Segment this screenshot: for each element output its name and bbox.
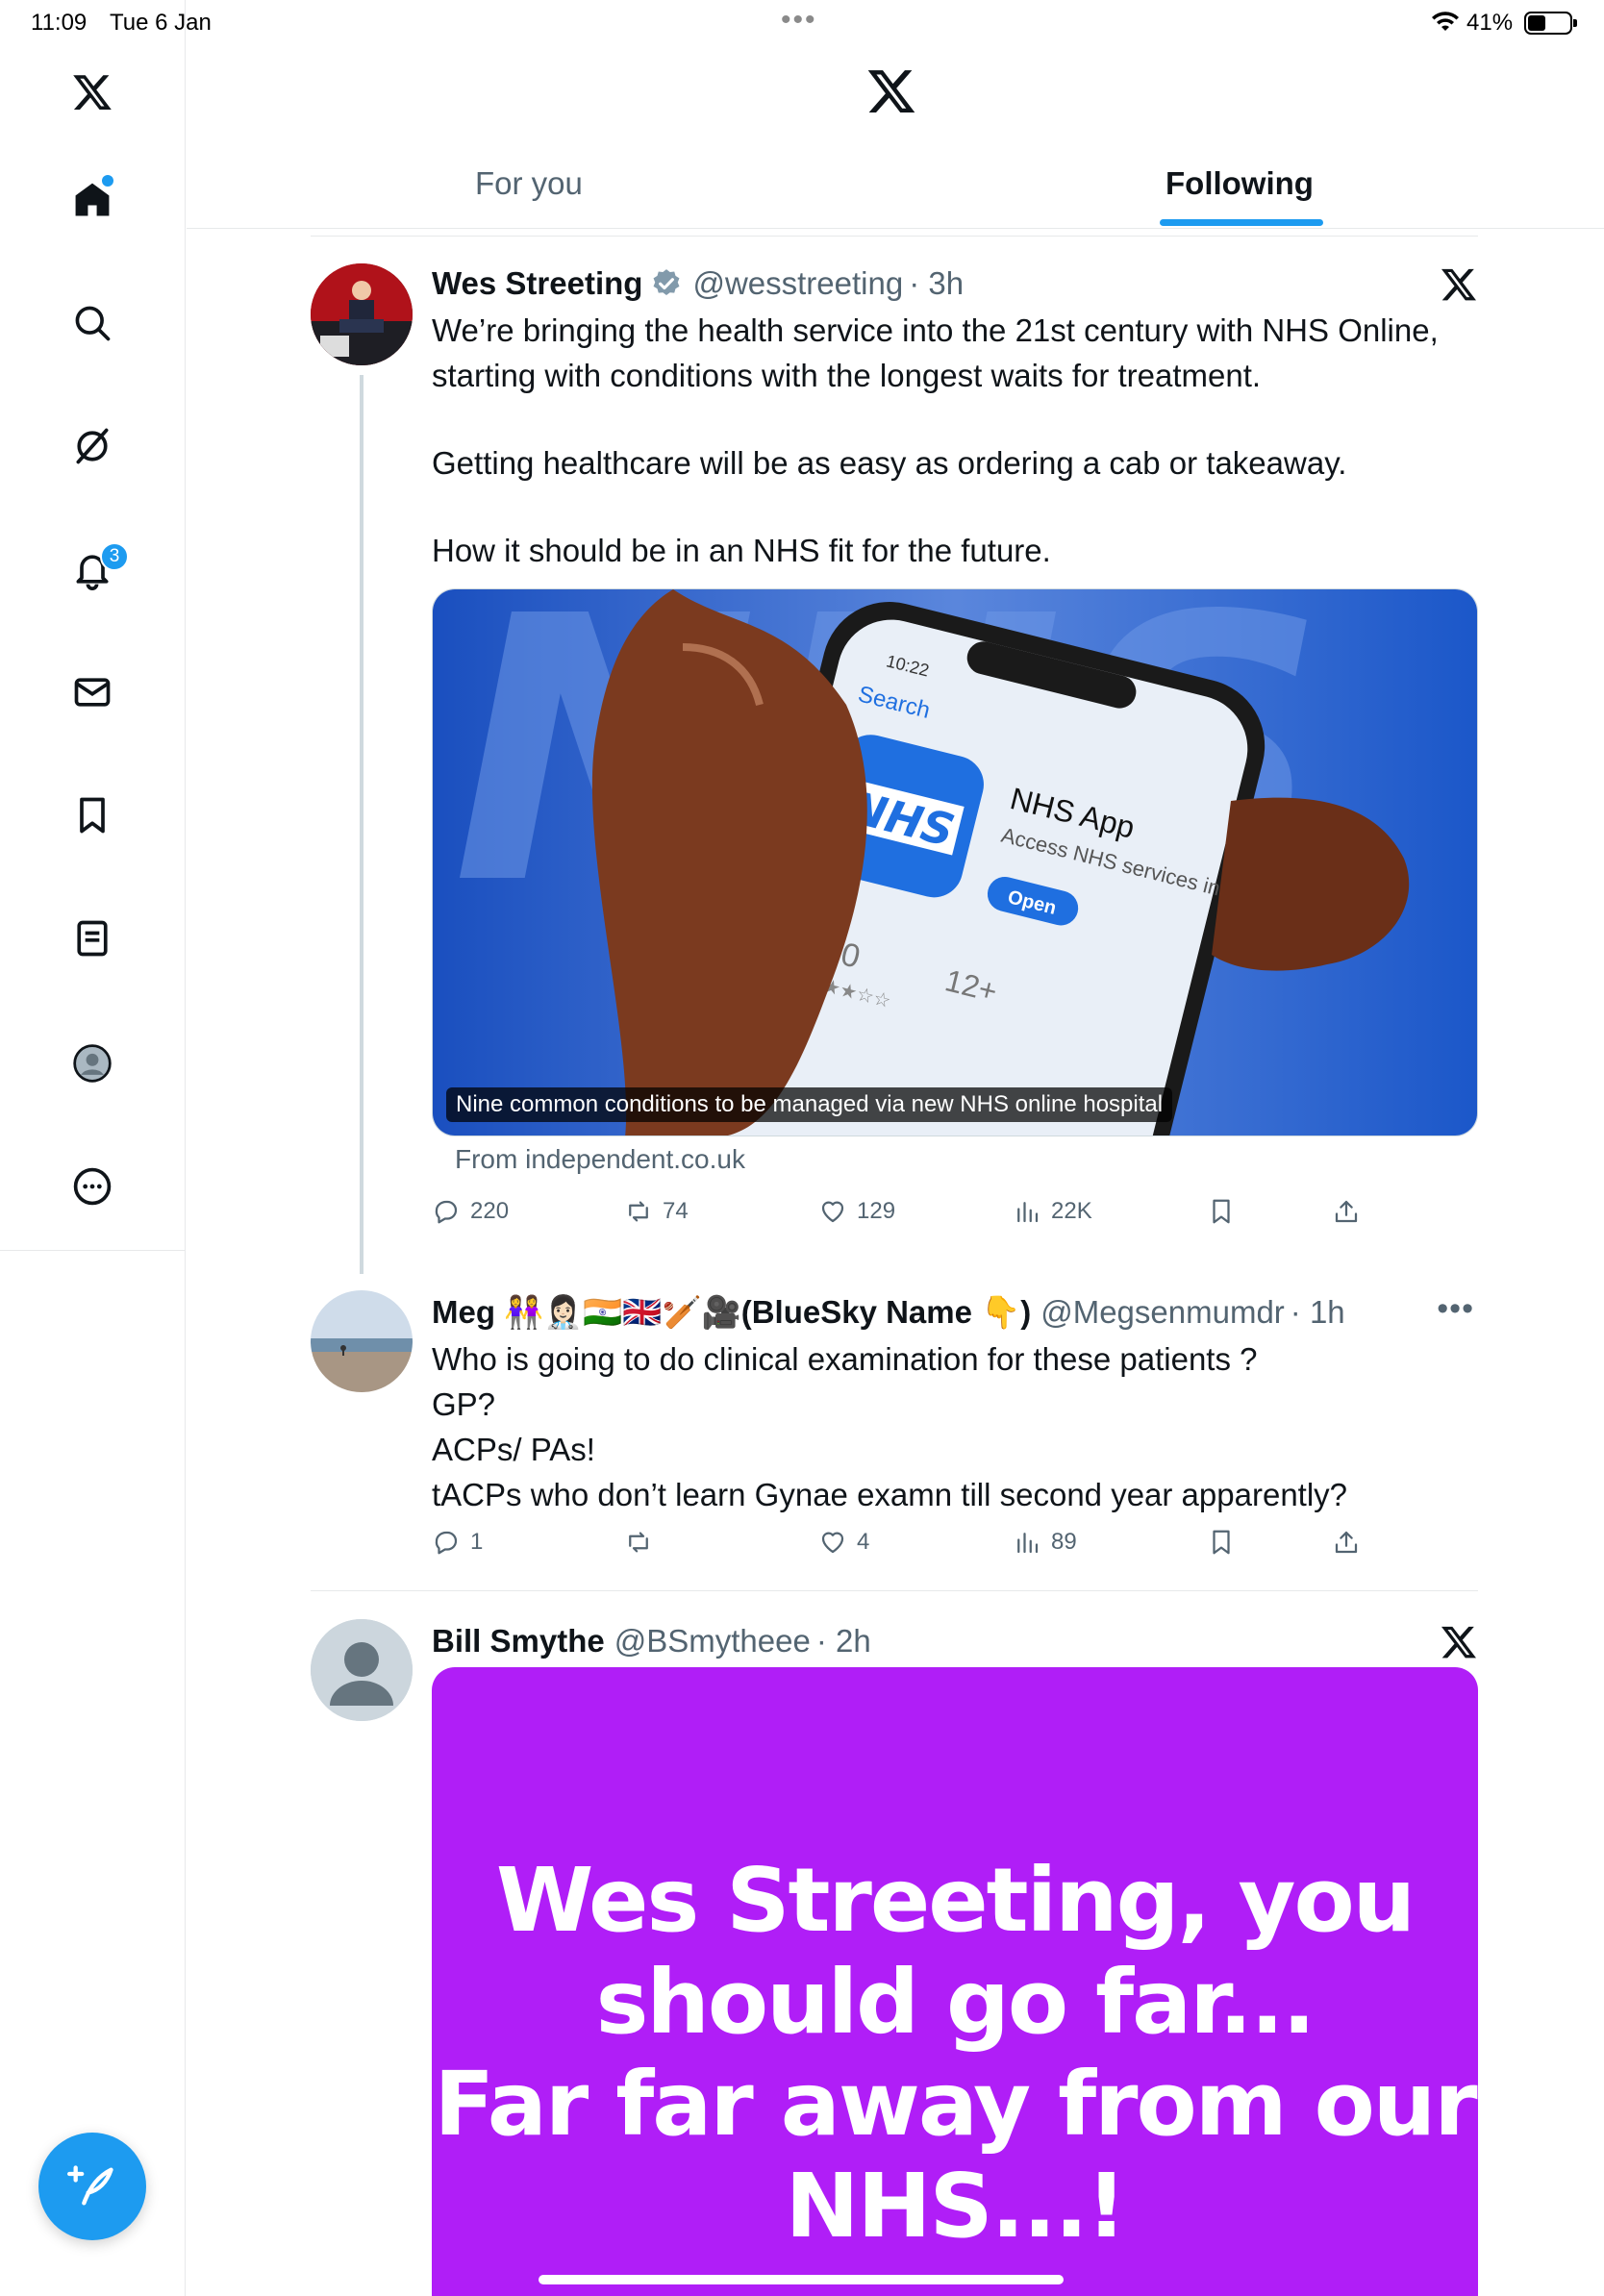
author-handle[interactable]: @BSmytheee — [614, 1623, 811, 1660]
reply-icon — [435, 1531, 458, 1555]
tweet[interactable]: Bill Smythe @BSmytheee · 2h Wes Streetin… — [311, 1619, 1478, 2296]
like-button[interactable]: 4 — [818, 1523, 869, 1561]
timeline-header: For you Following — [187, 46, 1604, 229]
views-icon — [1017, 1533, 1039, 1554]
author-name[interactable]: Wes Streeting — [432, 265, 642, 302]
profile-icon[interactable] — [63, 1035, 121, 1092]
repost-count: 74 — [663, 1198, 689, 1224]
view-count: 89 — [1051, 1529, 1077, 1555]
heart-icon — [821, 1201, 844, 1223]
author-name[interactable]: Meg 👭👩🏻‍⚕️🇮🇳🇬🇧🏏🎥(BlueSky Name 👇) — [432, 1294, 1031, 1332]
tweet-line: GP? — [432, 1386, 496, 1422]
repost-icon — [629, 1201, 648, 1222]
bookmarks-icon[interactable] — [63, 786, 121, 844]
views-button[interactable]: 89 — [1013, 1523, 1077, 1561]
reply-count: 220 — [470, 1198, 510, 1224]
nhs-app-photo: NHS 10:22 Search NHS NHS App Access NHS … — [433, 589, 1477, 1136]
tweet-text: We’re bringing the health service into t… — [432, 308, 1478, 573]
tweet-text: Who is going to do clinical examination … — [432, 1336, 1478, 1517]
author-name[interactable]: Bill Smythe — [432, 1623, 605, 1660]
repost-button[interactable] — [624, 1523, 663, 1561]
tweet-line: tACPs who don’t learn Gynae examn till s… — [432, 1477, 1348, 1512]
reply-count: 1 — [470, 1529, 484, 1555]
x-logo-icon[interactable] — [865, 65, 917, 117]
x-logo-icon[interactable] — [63, 63, 121, 121]
repost-button[interactable]: 74 — [624, 1192, 689, 1231]
link-card-caption: Nine common conditions to be managed via… — [446, 1087, 1173, 1122]
tab-for-you[interactable]: For you — [475, 165, 583, 202]
avatar[interactable] — [311, 1619, 413, 1721]
tweet-paragraph: How it should be in an NHS fit for the f… — [432, 533, 1051, 568]
x-logo-icon[interactable] — [1440, 265, 1478, 304]
image-text-line: Far far away from our — [434, 2053, 1477, 2156]
views-icon — [1017, 1202, 1039, 1223]
sidebar-divider — [0, 1250, 186, 1251]
share-icon — [1335, 1531, 1358, 1554]
tweet[interactable]: Meg 👭👩🏻‍⚕️🇮🇳🇬🇧🏏🎥(BlueSky Name 👇) @Megsen… — [311, 1290, 1478, 1579]
feather-plus-icon — [67, 2165, 113, 2206]
more-options-icon[interactable] — [63, 1158, 121, 1215]
tweet-paragraph: Getting healthcare will be as easy as or… — [432, 445, 1347, 481]
more-menu-icon[interactable]: ••• — [1437, 1290, 1474, 1328]
tweet-line: Who is going to do clinical examination … — [432, 1341, 1258, 1377]
status-bar: 11:09 Tue 6 Jan ••• 41% — [0, 0, 1604, 46]
link-card-image[interactable]: NHS 10:22 Search NHS NHS App Access NHS … — [432, 588, 1478, 1136]
sidebar: 3 — [0, 0, 186, 2296]
home-indicator[interactable] — [539, 2275, 1064, 2284]
tab-following[interactable]: Following — [1165, 165, 1314, 202]
share-button[interactable] — [1332, 1192, 1361, 1231]
bookmark-button[interactable] — [1207, 1192, 1236, 1231]
tweet-actions: 1 4 89 — [432, 1523, 1358, 1561]
reply-icon — [435, 1200, 458, 1224]
post-time[interactable]: · 3h — [909, 265, 964, 302]
notification-badge: 3 — [100, 542, 129, 571]
battery-percentage: 41% — [1466, 10, 1514, 36]
image-text-line: NHS...! — [785, 2155, 1126, 2258]
tweet-actions: 220 74 129 22K — [432, 1192, 1358, 1231]
grok-icon[interactable] — [63, 417, 121, 475]
author-handle[interactable]: @wesstreeting — [692, 265, 903, 302]
tweet-divider — [311, 1590, 1478, 1591]
bookmark-icon — [1213, 1199, 1230, 1224]
author-handle[interactable]: @Megsenmumdr — [1040, 1294, 1285, 1331]
share-button[interactable] — [1332, 1523, 1361, 1561]
reply-button[interactable]: 220 — [432, 1192, 509, 1231]
wifi-icon — [1431, 10, 1460, 39]
feed-divider — [311, 236, 1478, 237]
multitasking-dots[interactable]: ••• — [781, 4, 817, 37]
image-text-line: should go far... — [595, 1951, 1316, 2054]
image-text-line: Wes Streeting, you — [495, 1849, 1416, 1952]
heart-icon — [821, 1532, 844, 1554]
share-icon — [1335, 1200, 1358, 1223]
like-count: 129 — [857, 1198, 896, 1224]
avatar[interactable] — [311, 263, 413, 365]
tweet-paragraph: We’re bringing the health service into t… — [432, 312, 1447, 393]
x-logo-icon[interactable] — [1440, 1623, 1478, 1661]
tweet-line: ACPs/ PAs! — [432, 1432, 595, 1467]
active-tab-indicator — [1160, 219, 1323, 226]
repost-icon — [629, 1532, 648, 1553]
tweet[interactable]: Wes Streeting @wesstreeting · 3h We’re b… — [311, 262, 1478, 1274]
tweet-image[interactable]: Wes Streeting, you should go far... Far … — [432, 1667, 1478, 2296]
image-text: Wes Streeting, you should go far... Far … — [432, 1850, 1478, 2258]
home-unread-dot — [102, 175, 113, 187]
avatar[interactable] — [311, 1290, 413, 1392]
bookmark-button[interactable] — [1207, 1523, 1236, 1561]
post-time[interactable]: · 1h — [1291, 1294, 1345, 1331]
verified-badge-icon — [653, 269, 680, 296]
lists-icon[interactable] — [63, 910, 121, 967]
battery-icon — [1524, 12, 1577, 35]
thread-line — [360, 375, 363, 1274]
reply-button[interactable]: 1 — [432, 1523, 483, 1561]
bookmark-icon — [1213, 1530, 1230, 1555]
post-time[interactable]: · 2h — [816, 1623, 871, 1660]
view-count: 22K — [1051, 1198, 1092, 1224]
like-button[interactable]: 129 — [818, 1192, 895, 1231]
compose-post-button[interactable] — [38, 2133, 146, 2240]
views-button[interactable]: 22K — [1013, 1192, 1092, 1231]
search-icon[interactable] — [63, 294, 121, 352]
messages-icon[interactable] — [63, 663, 121, 721]
like-count: 4 — [857, 1529, 870, 1555]
link-card-source[interactable]: From independent.co.uk — [455, 1144, 745, 1175]
